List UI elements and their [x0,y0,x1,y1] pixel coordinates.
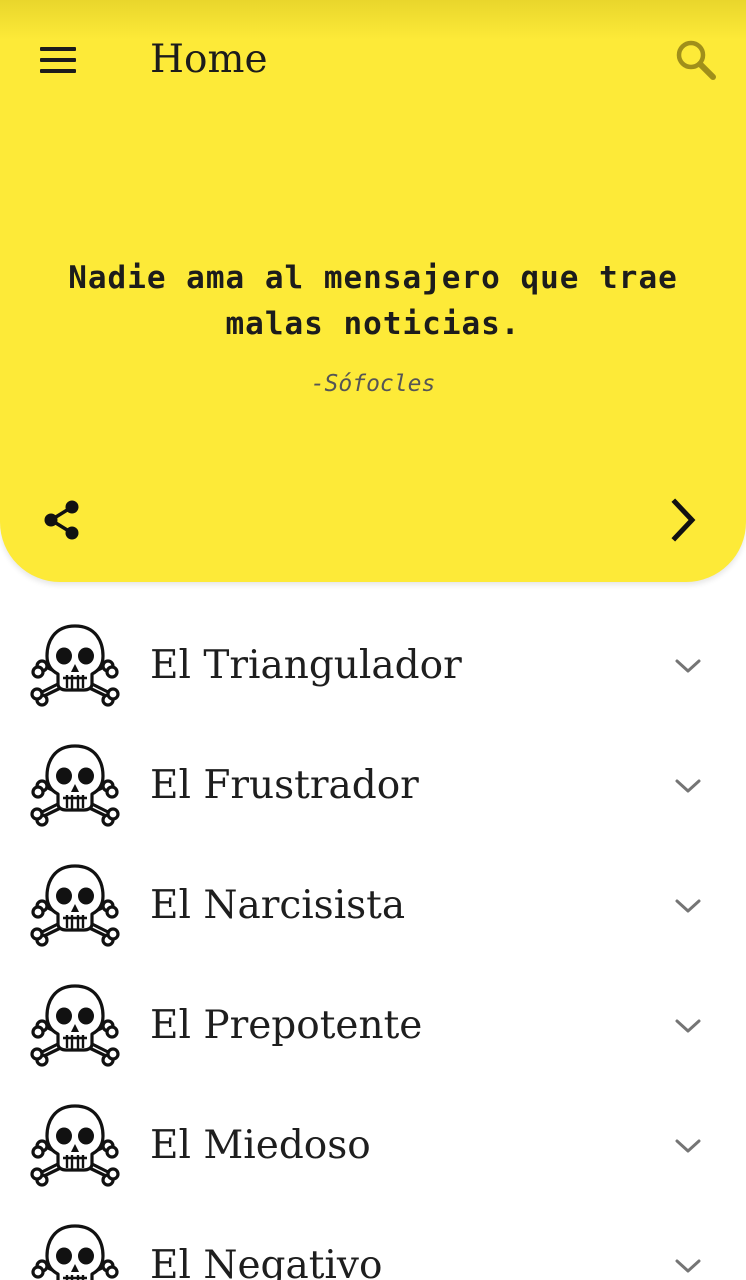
skull-crossbones-icon [30,982,120,1068]
list-item-label: El Negativo [150,1243,383,1280]
skull-crossbones-icon [30,742,120,828]
chevron-down-icon[interactable] [672,1010,704,1042]
chevron-down-icon[interactable] [672,650,704,682]
share-icon[interactable] [38,496,86,544]
category-list: El Triangulador El Frustrador El Narcisi… [0,606,746,1280]
list-item[interactable]: El Miedoso [0,1086,746,1206]
list-item-label: El Triangulador [150,643,462,688]
search-icon[interactable] [670,34,722,86]
skull-crossbones-icon [30,862,120,948]
list-item-label: El Miedoso [150,1123,371,1168]
quote-text: Nadie ama al mensajero que trae malas no… [68,260,678,342]
skull-crossbones-icon [30,1102,120,1188]
list-item[interactable]: El Negativo [0,1206,746,1280]
quote-header: Home Nadie ama al mensajero que trae mal… [0,0,746,582]
skull-crossbones-icon [30,622,120,708]
chevron-down-icon[interactable] [672,1130,704,1162]
page-title: Home [150,37,268,82]
list-item-label: El Narcisista [150,883,406,928]
quote-author: -Sófocles [310,371,436,397]
list-item[interactable]: El Prepotente [0,966,746,1086]
hamburger-menu-icon[interactable] [36,40,80,80]
chevron-right-icon[interactable] [660,496,708,544]
app-bar: Home [0,0,746,120]
list-item[interactable]: El Narcisista [0,846,746,966]
chevron-down-icon[interactable] [672,890,704,922]
list-item[interactable]: El Frustrador [0,726,746,846]
list-item-label: El Prepotente [150,1003,423,1048]
chevron-down-icon[interactable] [672,1250,704,1280]
list-item[interactable]: El Triangulador [0,606,746,726]
chevron-down-icon[interactable] [672,770,704,802]
list-item-label: El Frustrador [150,763,419,808]
skull-crossbones-icon [30,1222,120,1280]
screen: Home Nadie ama al mensajero que trae mal… [0,0,746,1280]
